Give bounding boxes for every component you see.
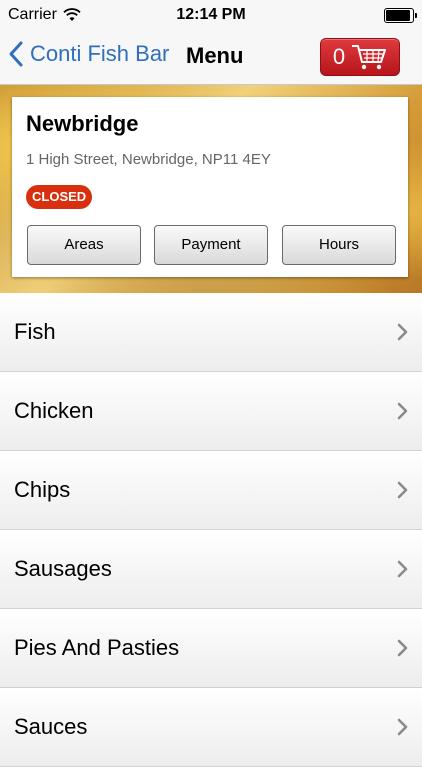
menu-list: Fish Chicken Chips Sausages Pies And Pas… [0, 293, 422, 767]
cart-count: 0 [332, 44, 346, 69]
hero-banner: Newbridge 1 High Street, Newbridge, NP11… [0, 85, 422, 293]
menu-item-chicken[interactable]: Chicken [0, 372, 422, 451]
menu-item-chips[interactable]: Chips [0, 451, 422, 530]
payment-button[interactable]: Payment [154, 225, 268, 265]
chevron-right-icon [397, 560, 408, 578]
chevron-right-icon [397, 402, 408, 420]
shop-address: 1 High Street, Newbridge, NP11 4EY [26, 151, 271, 168]
status-badge: CLOSED [26, 185, 93, 209]
chevron-right-icon [397, 481, 408, 499]
menu-item-label: Sausages [14, 556, 112, 581]
menu-item-label: Chips [14, 477, 71, 502]
menu-item-sauces[interactable]: Sauces [0, 688, 422, 767]
chevron-right-icon [397, 718, 408, 736]
menu-item-pies-and-pasties[interactable]: Pies And Pasties [0, 609, 422, 688]
navigation-bar: Conti Fish Bar Menu 0 [0, 30, 422, 85]
status-time: 12:14 PM [176, 6, 246, 23]
page-title: Menu [186, 43, 244, 68]
menu-item-label: Pies And Pasties [14, 635, 180, 660]
menu-item-label: Sauces [14, 714, 88, 739]
back-button[interactable]: Conti Fish Bar [8, 40, 169, 68]
shop-card: Newbridge 1 High Street, Newbridge, NP11… [12, 97, 408, 277]
cart-button[interactable]: 0 [320, 38, 400, 76]
chevron-left-icon [9, 41, 23, 67]
battery-icon [384, 8, 417, 23]
back-label: Conti Fish Bar [30, 41, 170, 66]
shop-name: Newbridge [26, 111, 139, 136]
areas-button[interactable]: Areas [27, 225, 141, 265]
menu-item-sausages[interactable]: Sausages [0, 530, 422, 609]
chevron-right-icon [397, 323, 408, 341]
menu-item-fish[interactable]: Fish [0, 293, 422, 372]
chevron-right-icon [397, 639, 408, 657]
menu-item-label: Chicken [14, 398, 94, 423]
shopping-cart-icon [352, 45, 387, 70]
hours-button[interactable]: Hours [282, 225, 396, 265]
menu-item-label: Fish [14, 319, 56, 344]
status-bar: Carrier 12:14 PM [0, 0, 422, 30]
